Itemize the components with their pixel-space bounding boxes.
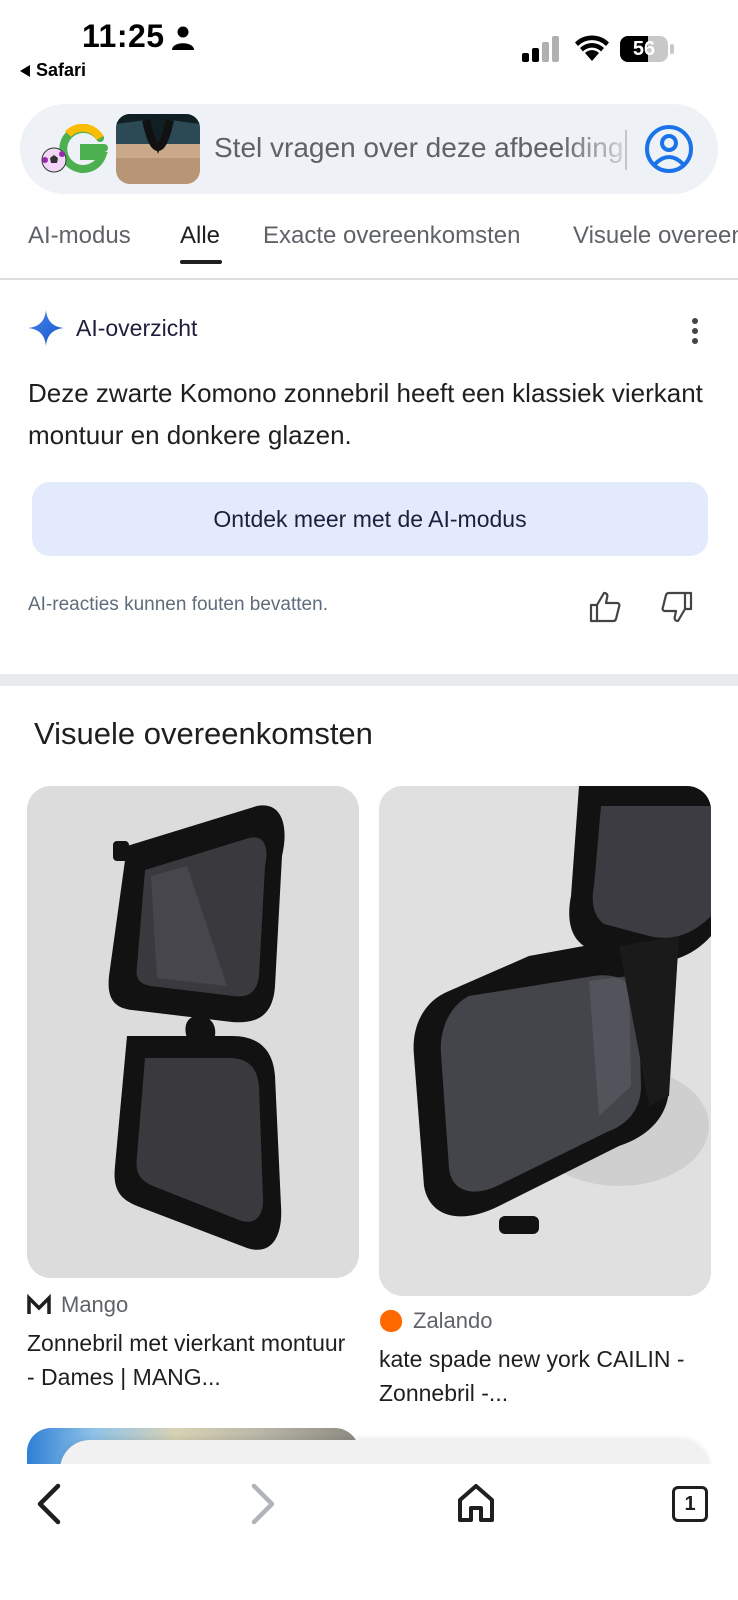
back-triangle-icon: [20, 64, 30, 77]
result-source-label: Zalando: [413, 1308, 493, 1333]
search-divider: [625, 130, 627, 170]
active-tab-indicator: [180, 260, 222, 264]
result-title-mango[interactable]: Zonnebril met vierkant montuur - Dames |…: [27, 1326, 357, 1394]
status-bar: 11:25 Safari 56: [0, 0, 738, 92]
query-image-thumbnail[interactable]: [116, 114, 200, 184]
tab-visuele-overeenkomsten[interactable]: Visuele overeenkomsten: [573, 222, 738, 250]
ai-overview-title: AI-overzicht: [76, 314, 198, 341]
home-icon[interactable]: [456, 1482, 496, 1524]
tab-exacte-overeenkomsten[interactable]: Exacte overeenkomsten: [263, 222, 520, 250]
tab-switcher-button[interactable]: 1: [672, 1486, 708, 1522]
black-sunglasses-image: [27, 786, 359, 1278]
battery-level: 56: [632, 38, 656, 60]
result-image-mango[interactable]: [27, 786, 359, 1278]
ai-overview-header: AI-overzicht: [28, 310, 197, 346]
browser-toolbar: [0, 1464, 738, 1600]
thumbs-up-icon[interactable]: [588, 590, 622, 624]
back-app-label: Safari: [36, 60, 87, 80]
visual-matches-title: Visuele overeenkomsten: [34, 716, 373, 751]
search-fade: [560, 124, 642, 174]
result-image-zalando[interactable]: [379, 786, 711, 1296]
tab-alle[interactable]: Alle: [180, 222, 220, 250]
back-icon[interactable]: [32, 1482, 66, 1526]
sunglasses-thumbnail-image: [116, 114, 200, 184]
sparkle-icon: [28, 310, 64, 346]
ai-overview-text: Deze zwarte Komono zonnebril heeft een k…: [28, 378, 703, 450]
result-source-zalando[interactable]: Zalando: [379, 1308, 493, 1334]
google-app-icon[interactable]: [38, 124, 112, 176]
result-source-label: Mango: [61, 1292, 129, 1317]
battery-indicator: 56: [620, 36, 674, 62]
ai-mode-button[interactable]: Ontdek meer met de AI-modus: [32, 482, 708, 556]
ai-disclaimer: AI-reacties kunnen fouten bevatten.: [28, 594, 328, 615]
back-to-app-link[interactable]: Safari: [20, 60, 86, 81]
tab-ai-modus[interactable]: AI-modus: [28, 222, 131, 250]
person-icon: [172, 26, 194, 50]
wifi-icon: [575, 35, 609, 61]
cellular-signal-icon: [522, 36, 559, 62]
forward-icon[interactable]: [246, 1482, 280, 1526]
black-sunglasses-image: [379, 786, 711, 1296]
result-source-mango[interactable]: Mango: [27, 1292, 128, 1318]
result-title-zalando[interactable]: kate spade new york CAILIN - Zonnebril -…: [379, 1342, 709, 1410]
more-options-icon[interactable]: [680, 316, 710, 346]
thumbs-down-icon[interactable]: [660, 590, 694, 624]
search-bar[interactable]: Stel vragen over deze afbeelding: [20, 104, 718, 194]
zalando-logo-icon: [380, 1309, 403, 1332]
search-tabs: AI-modus Alle Exacte overeenkomsten Visu…: [0, 210, 738, 280]
mango-logo-icon: [27, 1294, 51, 1314]
clock: 11:25: [82, 18, 165, 54]
section-divider: [0, 674, 738, 686]
account-icon[interactable]: [644, 124, 694, 174]
